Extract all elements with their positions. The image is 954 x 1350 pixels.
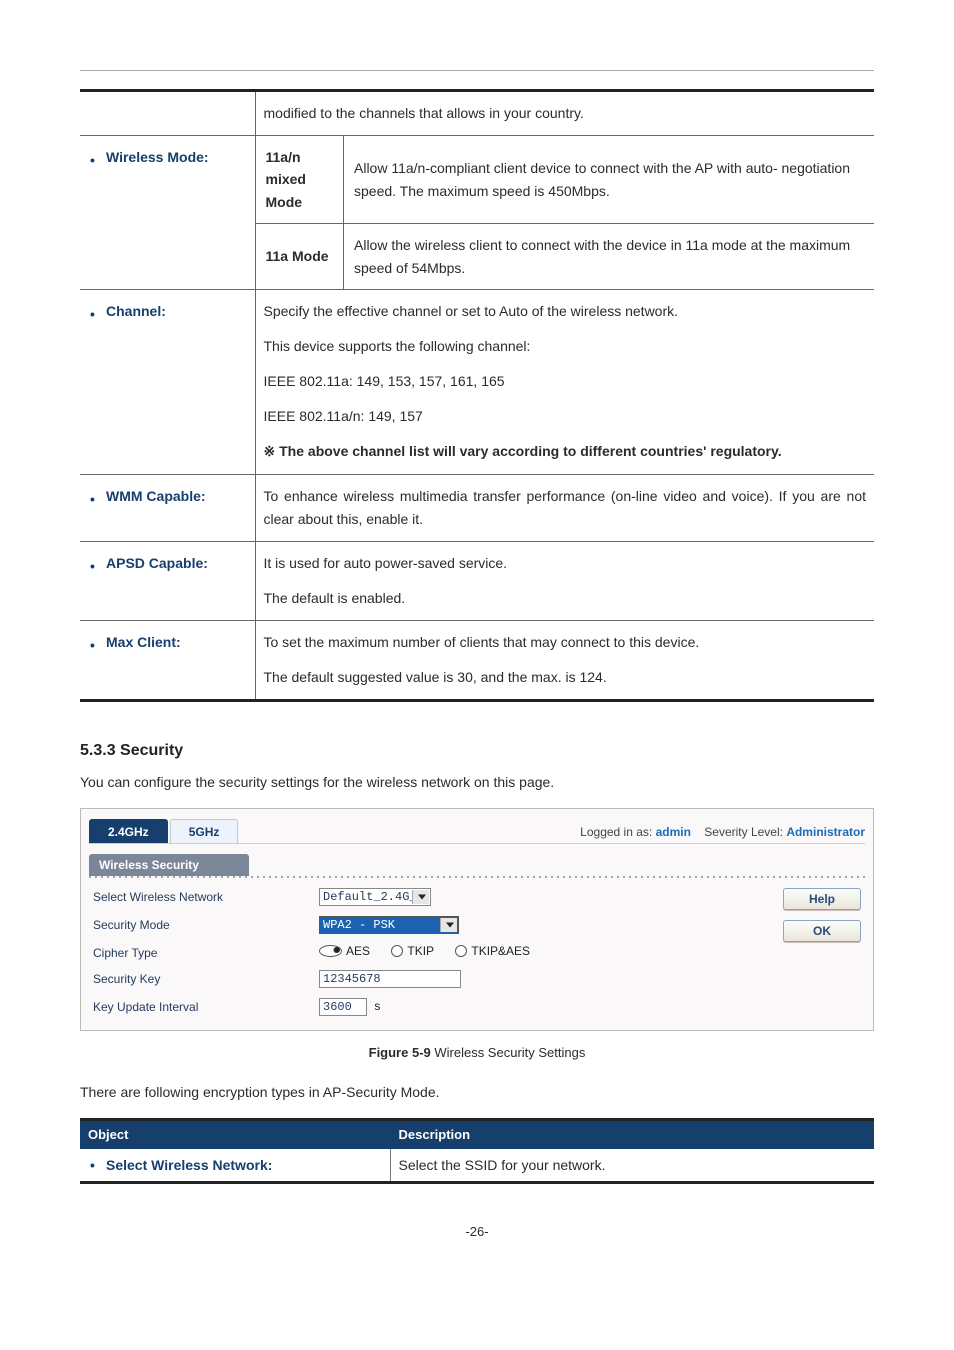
channel-note: The above channel list will vary accordi… — [264, 443, 782, 459]
page: modified to the channels that allows in … — [0, 0, 954, 1279]
param-cell-empty — [80, 91, 255, 136]
param-wireless-mode: Wireless Mode: — [88, 149, 209, 165]
wireless-mode-subtable: 11a/n mixed Mode Allow 11a/n-compliant c… — [256, 136, 875, 289]
desc-cell: modified to the channels that allows in … — [255, 91, 874, 136]
param-wmm-capable: WMM Capable: — [88, 488, 206, 504]
label-select-wireless-network: Select Wireless Network — [89, 888, 319, 906]
object-desc: Select the SSID for your network. — [390, 1149, 874, 1183]
radio-icon — [319, 945, 342, 957]
divider — [89, 876, 865, 878]
wireless-security-screenshot: 2.4GHz 5GHz Logged in as: admin Severity… — [80, 808, 874, 1031]
select-wireless-network[interactable]: Default_2.4G_1 — [319, 888, 699, 906]
divider — [89, 843, 865, 844]
section-intro: You can configure the security settings … — [80, 774, 874, 790]
object-select-wireless-network: Select Wireless Network: — [80, 1149, 390, 1183]
radio-icon — [455, 945, 467, 957]
logged-user[interactable]: admin — [656, 825, 691, 839]
param-max-client: Max Client: — [88, 634, 181, 650]
radio-icon — [391, 945, 403, 957]
cipher-type-options: AES TKIP TKIP&AES — [319, 944, 699, 960]
radio-tkip[interactable]: TKIP — [391, 944, 434, 958]
desc-cell: Specify the effective channel or set to … — [255, 290, 874, 474]
key-update-interval-field[interactable]: 3600 s — [319, 998, 699, 1016]
side-buttons: Help OK — [699, 888, 865, 1016]
desc-cell: To enhance wireless multimedia transfer … — [255, 474, 874, 541]
desc-cell: To set the maximum number of clients tha… — [255, 620, 874, 700]
page-number: -26- — [80, 1224, 874, 1239]
label-security-mode: Security Mode — [89, 916, 319, 934]
security-key-field[interactable]: 12345678 — [319, 970, 699, 988]
chevron-down-icon — [418, 895, 426, 900]
param-apsd-capable: APSD Capable: — [88, 555, 208, 571]
figure-caption: Figure 5-9 Wireless Security Settings — [80, 1045, 874, 1060]
radio-tkip-aes[interactable]: TKIP&AES — [455, 944, 530, 958]
top-rule — [80, 70, 874, 71]
param-cell: APSD Capable: — [80, 541, 255, 620]
ok-button[interactable]: OK — [783, 920, 861, 942]
param-cell: WMM Capable: — [80, 474, 255, 541]
table-row: Max Client: To set the maximum number of… — [80, 620, 874, 700]
desc-cell: It is used for auto power-saved service.… — [255, 541, 874, 620]
label-key-update-interval: Key Update Interval — [89, 998, 319, 1016]
mode-name: 11a/n mixed Mode — [256, 136, 344, 224]
param-cell: Max Client: — [80, 620, 255, 700]
mode-name: 11a Mode — [256, 224, 344, 289]
severity-level[interactable]: Administrator — [786, 825, 865, 839]
help-button[interactable]: Help — [783, 888, 861, 910]
radio-aes[interactable]: AES — [319, 944, 370, 958]
label-security-key: Security Key — [89, 970, 319, 988]
col-description: Description — [390, 1120, 874, 1149]
select-security-mode[interactable]: WPA2 - PSK — [319, 916, 699, 934]
mode-desc: Allow the wireless client to connect wit… — [344, 224, 875, 289]
table-row: Select Wireless Network: Select the SSID… — [80, 1149, 874, 1183]
param-channel: Channel: — [88, 303, 166, 319]
mode-desc: Allow 11a/n-compliant client device to c… — [344, 136, 875, 224]
after-caption-text: There are following encryption types in … — [80, 1084, 874, 1100]
tab-5ghz[interactable]: 5GHz — [170, 819, 239, 843]
login-status: Logged in as: admin Severity Level: Admi… — [580, 825, 865, 843]
table-row: Channel: Specify the effective channel o… — [80, 290, 874, 474]
chevron-down-icon — [446, 923, 454, 928]
table-row: modified to the channels that allows in … — [80, 91, 874, 136]
table-row: WMM Capable: To enhance wireless multime… — [80, 474, 874, 541]
col-object: Object — [80, 1120, 390, 1149]
encryption-types-table: Object Description Select Wireless Netwo… — [80, 1118, 874, 1184]
band-tabs: 2.4GHz 5GHz Logged in as: admin Severity… — [81, 809, 873, 843]
param-cell: Channel: — [80, 290, 255, 474]
label-cipher-type: Cipher Type — [89, 944, 319, 960]
desc-cell: 11a/n mixed Mode Allow 11a/n-compliant c… — [255, 136, 874, 290]
table-row: APSD Capable: It is used for auto power-… — [80, 541, 874, 620]
param-cell: Wireless Mode: — [80, 136, 255, 290]
tab-2-4ghz[interactable]: 2.4GHz — [89, 819, 168, 843]
parameters-table: modified to the channels that allows in … — [80, 89, 874, 702]
table-row: Wireless Mode: 11a/n mixed Mode Allow 11… — [80, 136, 874, 290]
wireless-security-form: Select Wireless Network Default_2.4G_1 H… — [81, 888, 873, 1030]
section-heading: 5.3.3 Security — [80, 742, 874, 760]
panel-title: Wireless Security — [89, 854, 249, 876]
